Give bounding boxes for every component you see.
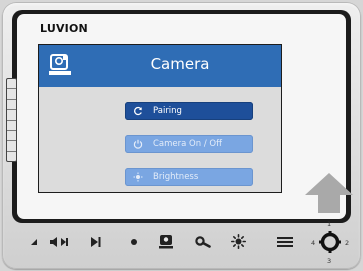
dpad-label-down: 3 (327, 257, 332, 265)
dot-button[interactable] (127, 235, 141, 249)
camera-on-off-label: Camera On / Off (153, 139, 222, 149)
camera-select-icon (159, 234, 173, 248)
brightness-label: Brightness (153, 172, 199, 182)
pairing-button[interactable]: Pairing (125, 102, 253, 120)
brightness-sun-button[interactable] (229, 232, 247, 250)
side-volume-slider[interactable] (6, 78, 17, 162)
page-title: Camera (150, 55, 210, 73)
pairing-icon (131, 104, 145, 118)
zoom-button[interactable] (194, 233, 212, 251)
volume-button[interactable] (28, 236, 40, 248)
dpad-icon (319, 231, 341, 253)
up-arrow-icon (303, 171, 355, 214)
dpad-label-right: 2 (345, 239, 350, 247)
brightness-icon (131, 170, 145, 184)
dot-icon (131, 239, 137, 245)
volume-icon (31, 239, 37, 245)
speaker-talk-button[interactable] (48, 234, 70, 250)
camera-menu-icon (48, 54, 72, 77)
play-pause-icon (91, 237, 101, 247)
camera-select-button[interactable] (157, 232, 175, 250)
menu-title-bar: Camera (39, 45, 281, 87)
camera-menu-screen: Camera Pairing Camera On / Off Brightnes… (38, 44, 282, 193)
dpad-label-left: 4 (311, 239, 316, 247)
menu-icon (277, 237, 293, 247)
zoom-icon (195, 236, 211, 248)
brightness-button[interactable]: Brightness (125, 168, 253, 186)
brightness-sun-icon (230, 233, 246, 249)
camera-on-off-button[interactable]: Camera On / Off (125, 135, 253, 153)
pairing-label: Pairing (153, 106, 182, 116)
power-icon (131, 137, 145, 151)
brand-logo: LUVION (40, 22, 88, 35)
menu-button[interactable] (276, 235, 294, 249)
speaker-talk-icon (50, 237, 68, 247)
direction-pad[interactable] (315, 226, 345, 258)
play-pause-button[interactable] (88, 234, 104, 250)
menu-content: Pairing Camera On / Off Brightness (39, 87, 281, 192)
hardware-toolbar: 1 4 2 3 (0, 220, 363, 265)
dpad-label-up: 1 (327, 220, 332, 228)
